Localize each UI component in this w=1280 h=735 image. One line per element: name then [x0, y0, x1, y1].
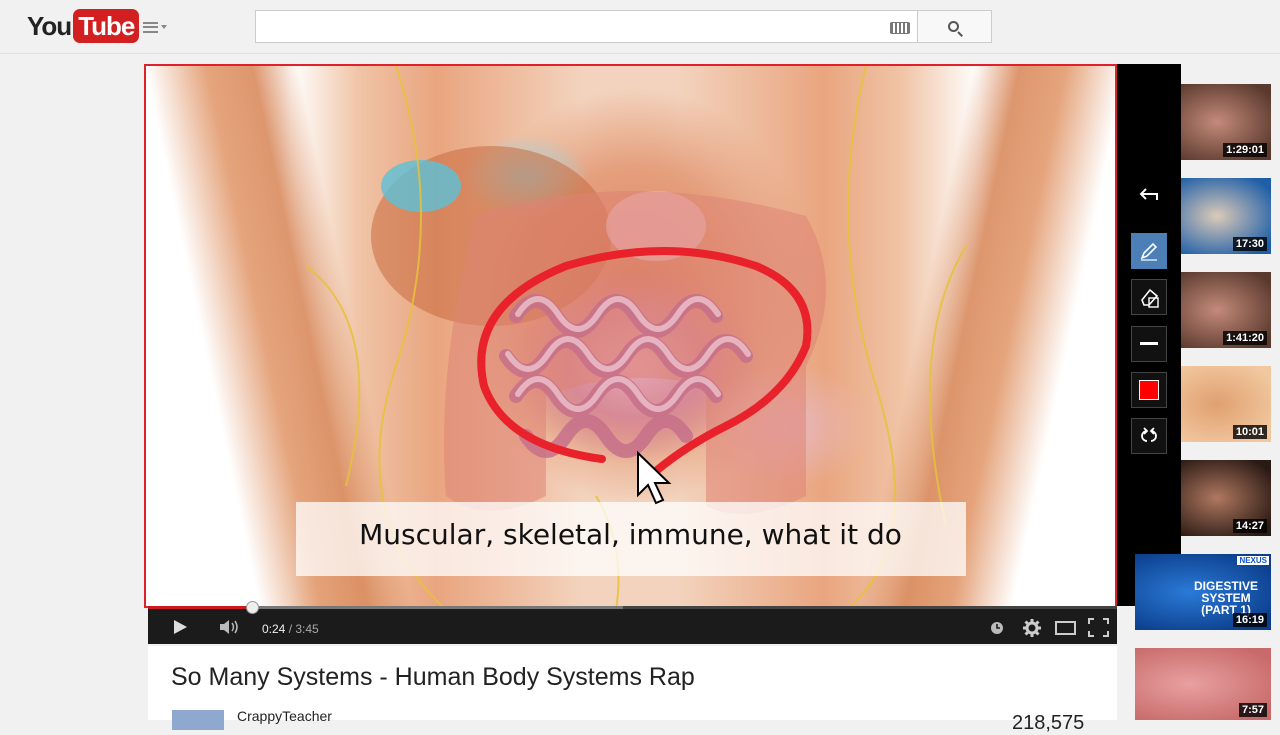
related-video-thumbnail[interactable]: 17:30 [1181, 178, 1271, 254]
progress-buffer [251, 606, 623, 609]
logo-you-text: You [27, 10, 72, 41]
video-caption: Muscular, skeletal, immune, what it do [359, 518, 902, 551]
duration-badge: 14:27 [1232, 519, 1267, 533]
player-controls: 0:24 / 3:45 [148, 601, 1117, 644]
duration-badge: 17:30 [1232, 237, 1267, 251]
related-video-thumbnail[interactable]: 10:01 [1181, 366, 1271, 442]
search-input[interactable] [262, 16, 872, 38]
duration-badge: 1:29:01 [1223, 143, 1267, 157]
related-video-thumbnail[interactable]: 1:29:01 [1181, 84, 1271, 160]
video-title: So Many Systems - Human Body Systems Rap [171, 663, 695, 691]
related-video-thumbnail[interactable]: 14:27 [1181, 460, 1271, 536]
current-time: 0:24 [262, 622, 286, 636]
thumbnail-title: DIGESTIVE SYSTEM (PART 1) [1193, 579, 1258, 617]
volume-icon[interactable] [218, 618, 242, 636]
redo-undo-icon [1141, 427, 1157, 442]
color-picker-button[interactable] [1131, 372, 1167, 408]
duration-badge: 7:57 [1238, 703, 1267, 717]
undo-button[interactable] [1131, 176, 1167, 212]
pen-icon [1140, 242, 1158, 261]
related-video-thumbnail[interactable]: 7:57 [1135, 648, 1271, 720]
time-display: 0:24 / 3:45 [262, 622, 319, 636]
related-video-thumbnail[interactable]: 1:41:20 [1181, 272, 1271, 348]
eraser-icon [1141, 288, 1159, 308]
line-width-button[interactable] [1131, 326, 1167, 362]
play-icon[interactable] [172, 619, 188, 635]
search-box[interactable] [255, 10, 918, 43]
search-icon [948, 21, 959, 32]
drawing-toolbar [1117, 64, 1181, 606]
line-width-icon [1140, 342, 1158, 345]
theater-mode-icon[interactable] [1055, 620, 1077, 636]
undo-icon [1139, 188, 1158, 200]
caret-down-icon [161, 25, 167, 29]
duration-badge: 16:19 [1232, 613, 1267, 627]
duration-badge: 10:01 [1232, 425, 1267, 439]
guide-menu-button[interactable] [143, 19, 171, 35]
duration-time: 3:45 [295, 622, 319, 636]
color-swatch [1139, 380, 1159, 400]
pen-tool-button[interactable] [1131, 233, 1167, 269]
masthead: You Tube [0, 0, 1280, 54]
fullscreen-icon[interactable] [1088, 618, 1110, 638]
settings-gear-icon[interactable] [1022, 618, 1042, 638]
hamburger-icon [143, 21, 158, 33]
related-video-thumbnail[interactable]: NEXUS DIGESTIVE SYSTEM (PART 1) 16:19 [1135, 554, 1271, 630]
youtube-logo[interactable]: You Tube [27, 9, 140, 43]
channel-avatar[interactable] [172, 710, 224, 730]
keyboard-icon[interactable] [890, 22, 910, 34]
progress-bar[interactable] [148, 601, 1117, 614]
channel-name-link[interactable]: CrappyTeacher [237, 708, 332, 724]
scrubber-handle[interactable] [245, 601, 259, 614]
progress-played [148, 606, 252, 609]
watch-later-icon[interactable] [990, 621, 1004, 635]
logo-tube-text: Tube [73, 9, 140, 43]
view-count: 218,575 [1012, 712, 1085, 734]
duration-badge: 1:41:20 [1223, 331, 1267, 345]
mouse-cursor-icon [637, 451, 672, 505]
eraser-tool-button[interactable] [1131, 279, 1167, 315]
redo-button[interactable] [1131, 418, 1167, 454]
nexus-badge: NEXUS [1237, 556, 1269, 565]
video-player[interactable]: Muscular, skeletal, immune, what it do [144, 64, 1117, 608]
search-button[interactable] [918, 10, 992, 43]
watch-header: So Many Systems - Human Body Systems Rap… [148, 646, 1117, 734]
